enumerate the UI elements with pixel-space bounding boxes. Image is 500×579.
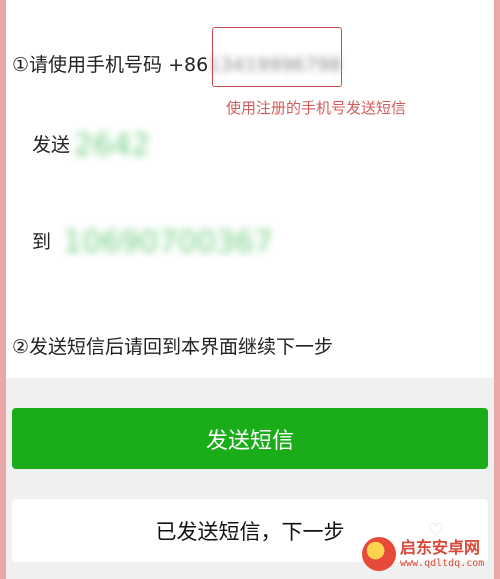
watermark-logo-icon	[362, 537, 396, 571]
send-to-row: 到 10690700367	[32, 225, 273, 260]
send-sms-button[interactable]: 发送短信	[12, 408, 488, 469]
watermark-name: 启东安卓网	[400, 537, 481, 557]
action-area: 发送短信 已发送短信，下一步 ♡ 启东安卓网 www.qdltdq.com	[6, 378, 494, 579]
step-one-text: ①请使用手机号码 +86	[12, 54, 209, 76]
blurred-sms-content: 2642	[74, 128, 151, 163]
sms-verification-panel: ①请使用手机号码 +8613419996798 使用注册的手机号发送短信 发送 2…	[6, 0, 494, 579]
blurred-target-number: 10690700367	[63, 225, 273, 260]
send-content-row: 发送 2642	[32, 128, 150, 163]
watermark-url: www.qdltdq.com	[400, 557, 485, 569]
to-label: 到	[32, 231, 52, 253]
phone-highlight-box	[212, 27, 342, 87]
annotation-text: 使用注册的手机号发送短信	[226, 99, 407, 117]
step-two-instruction: ②发送短信后请回到本界面继续下一步	[12, 336, 334, 358]
watermark: 启东安卓网 www.qdltdq.com	[362, 535, 488, 573]
send-label: 发送	[32, 134, 71, 156]
